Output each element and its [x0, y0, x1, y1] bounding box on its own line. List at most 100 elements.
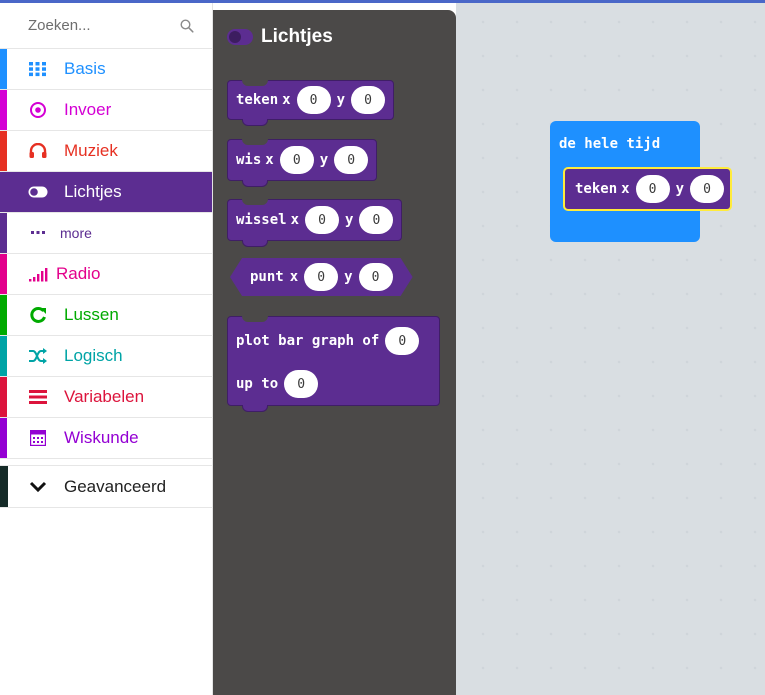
search-input[interactable]: [26, 16, 176, 35]
block-label-x: x: [289, 269, 299, 285]
search-box[interactable]: [0, 3, 212, 49]
y-value-field[interactable]: 0: [334, 146, 369, 174]
category-color-bar: [0, 466, 8, 507]
category-label: Muziek: [64, 141, 118, 160]
category-label: Basis: [64, 59, 106, 78]
category-color-bar: [0, 418, 7, 458]
category-color-bar: [0, 49, 7, 89]
category-muziek[interactable]: Muziek: [0, 131, 212, 172]
block-label-y: y: [336, 92, 346, 108]
dots-icon: [26, 223, 50, 243]
category-label: Invoer: [64, 100, 112, 119]
category-color-bar: [0, 295, 7, 335]
y-value-field[interactable]: 0: [359, 206, 394, 234]
bar-graph-row-2: up to 0: [236, 370, 319, 398]
block-label-x: x: [621, 181, 630, 197]
block-notch: [242, 119, 268, 126]
block-label: wissel: [236, 212, 287, 228]
y-value-field[interactable]: 0: [359, 263, 393, 291]
signal-icon: [26, 264, 50, 284]
grid-icon: [26, 59, 50, 79]
category-label: Geavanceerd: [64, 476, 167, 496]
category-label: Radio: [56, 264, 101, 283]
category-color-bar: [0, 172, 7, 212]
category-radio[interactable]: Radio: [0, 254, 212, 295]
headphones-icon: [26, 141, 50, 161]
event-label: de hele tijd: [559, 136, 661, 152]
workspace-grid: [456, 3, 765, 695]
block-label: teken: [236, 92, 279, 108]
category-label: Wiskunde: [64, 428, 139, 447]
block-notch: [242, 240, 268, 247]
block-label: wis: [236, 152, 262, 168]
block-notch: [242, 180, 268, 187]
category-label: more: [60, 225, 92, 241]
category-wiskunde[interactable]: Wiskunde: [0, 418, 212, 459]
block-plot-bar-graph[interactable]: plot bar graph of 0 up to 0: [227, 316, 440, 412]
category-color-bar: [0, 254, 7, 294]
category-logisch[interactable]: Logisch: [0, 336, 212, 377]
toggle-icon: [227, 29, 253, 45]
value-field[interactable]: 0: [385, 327, 420, 355]
block-label: punt: [250, 269, 284, 285]
workspace-block-plot[interactable]: teken x 0 y 0: [563, 167, 733, 211]
shuffle-icon: [26, 346, 50, 366]
x-value-field[interactable]: 0: [305, 206, 340, 234]
category-color-bar: [0, 213, 7, 253]
block-point[interactable]: punt x 0 y 0: [230, 258, 413, 296]
x-value-field[interactable]: 0: [635, 175, 670, 203]
y-value-field[interactable]: 0: [351, 86, 386, 114]
block-label: up to: [236, 376, 279, 392]
search-icon[interactable]: [180, 18, 194, 33]
calculator-icon: [26, 428, 50, 448]
category-basis[interactable]: Basis: [0, 49, 212, 90]
category-color-bar: [0, 377, 7, 417]
bar-graph-row-1: plot bar graph of 0: [236, 327, 420, 355]
block-unplot[interactable]: wis x 0 y 0: [227, 139, 378, 187]
workspace-canvas[interactable]: [456, 3, 765, 695]
block-notch: [242, 405, 268, 412]
divider: [0, 459, 212, 466]
category-color-bar: [0, 336, 7, 376]
category-color-bar: [0, 131, 7, 171]
block-notch: [242, 80, 268, 86]
category-label: Lichtjes: [64, 182, 122, 201]
category-lichtjes[interactable]: Lichtjes: [0, 172, 212, 213]
x-value-field[interactable]: 0: [304, 263, 338, 291]
category-invoer[interactable]: Invoer: [0, 90, 212, 131]
block-plot[interactable]: teken x 0 y 0: [227, 80, 395, 126]
block-toggle[interactable]: wissel x 0 y 0: [227, 199, 403, 247]
block-notch: [242, 139, 268, 145]
refresh-icon: [26, 305, 50, 325]
category-color-bar: [0, 90, 7, 130]
category-label: Variabelen: [64, 387, 145, 406]
toolbox: Basis Invoer Muziek: [0, 3, 213, 695]
block-label-y: y: [344, 269, 353, 285]
category-label: Logisch: [64, 346, 123, 365]
x-value-field[interactable]: 0: [296, 86, 331, 114]
block-label-x: x: [290, 212, 300, 228]
lines-icon: [26, 387, 50, 407]
category-variabelen[interactable]: Variabelen: [0, 377, 212, 418]
block-label-y: y: [675, 181, 685, 197]
category-lussen[interactable]: Lussen: [0, 295, 212, 336]
target-icon: [26, 100, 50, 120]
block-label: plot bar graph of: [236, 333, 380, 349]
chevron-down-icon: [26, 477, 50, 497]
block-label-y: y: [345, 212, 354, 228]
block-label: teken: [575, 181, 618, 197]
flyout-title-label: Lichtjes: [261, 26, 333, 47]
x-value-field[interactable]: 0: [279, 146, 314, 174]
block-label-x: x: [265, 152, 274, 168]
block-label-x: x: [282, 92, 291, 108]
y-value-field[interactable]: 0: [690, 175, 725, 203]
category-label: Lussen: [64, 305, 119, 324]
max-value-field[interactable]: 0: [284, 370, 319, 398]
block-notch: [242, 199, 268, 205]
block-label-y: y: [319, 152, 329, 168]
category-geavanceerd[interactable]: Geavanceerd: [0, 466, 212, 508]
category-lichtjes-more[interactable]: more: [0, 213, 212, 254]
toggle-icon: [26, 182, 50, 202]
block-notch: [242, 316, 268, 322]
flyout-title: Lichtjes: [227, 26, 333, 48]
